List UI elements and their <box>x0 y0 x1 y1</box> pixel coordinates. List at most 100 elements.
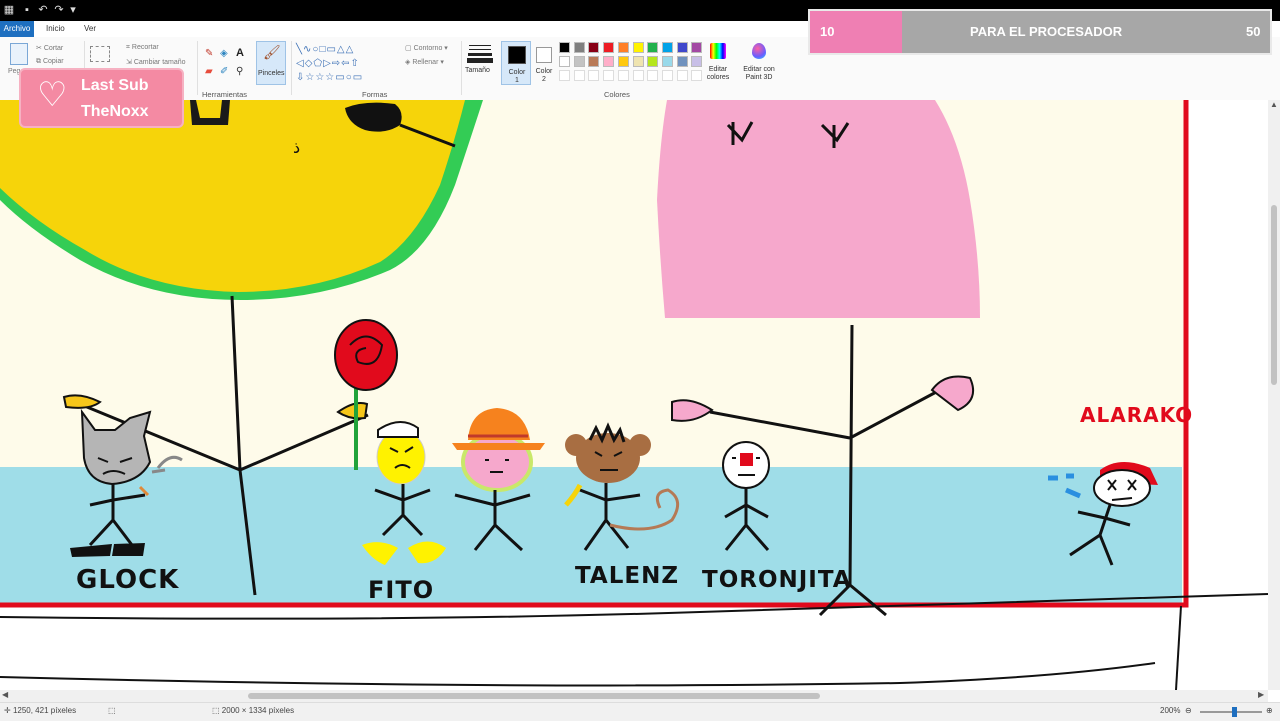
canvas-viewport[interactable]: ذ GLOCK FITO TALENZ TORONJITA ALARAKO <box>0 100 1268 690</box>
scroll-left-icon[interactable]: ◀ <box>2 690 8 699</box>
palette-swatch[interactable] <box>617 56 629 67</box>
shapes-gallery[interactable]: ╲∿○□▭△△ ◁◇⬠▷⇨⇦⇧ ⇩☆☆☆▭○▭ <box>296 43 396 85</box>
copy-button[interactable]: ⧉ Copiar <box>36 58 64 66</box>
resize-label: Cambiar tamaño <box>133 59 186 66</box>
zoom-slider-thumb[interactable] <box>1232 707 1237 717</box>
palette-swatch[interactable] <box>632 56 644 67</box>
vertical-scroll-thumb[interactable] <box>1271 205 1277 385</box>
crop-label: Recortar <box>131 44 159 51</box>
color-picker-icon[interactable]: ✐ <box>220 66 228 77</box>
brushes-button[interactable]: 🖌 Pinceles <box>256 41 286 85</box>
palette-swatch-empty[interactable] <box>603 70 615 81</box>
palette-swatch[interactable] <box>588 42 600 53</box>
cut-label: Cortar <box>43 45 64 52</box>
palette-swatch[interactable] <box>661 56 673 67</box>
size-lines-icon <box>469 45 491 46</box>
palette-swatch[interactable] <box>573 42 585 53</box>
shape-icons-row1: ╲∿○□▭△△ <box>296 44 355 55</box>
pencil-icon[interactable]: ✎ <box>205 48 213 59</box>
vertical-scrollbar[interactable]: ▲ <box>1268 100 1280 690</box>
palette-swatch[interactable] <box>617 42 629 53</box>
alert-subscriber-name: TheNoxx <box>81 103 149 120</box>
paint3d-label: Editar con Paint 3D <box>743 66 775 81</box>
goal-target-value: 50 <box>1246 24 1261 39</box>
divider <box>197 41 198 95</box>
divider <box>291 41 292 95</box>
selection-size-icon: ⬚ <box>108 706 116 715</box>
palette-swatch-empty[interactable] <box>676 70 688 81</box>
select-icon[interactable] <box>90 46 110 62</box>
undo-icon[interactable]: ↶ <box>36 3 50 17</box>
color-wheel-icon <box>710 43 726 59</box>
palette-swatch[interactable] <box>647 42 659 53</box>
palette-swatch-empty[interactable] <box>559 70 570 81</box>
fill-label: Rellenar <box>412 59 439 66</box>
status-bar: ✛ 1250, 421 píxeles ⬚ ⬚ 2000 × 1334 píxe… <box>0 702 1280 721</box>
tab-ver[interactable]: Ver <box>78 21 102 37</box>
tab-inicio[interactable]: Inicio <box>40 21 71 37</box>
palette-swatch-empty[interactable] <box>588 70 600 81</box>
palette-swatch-empty[interactable] <box>617 70 629 81</box>
zoom-out-icon[interactable]: ⊖ <box>1185 706 1192 715</box>
goal-title: PARA EL PROCESADOR <box>970 24 1123 39</box>
fito-name-label: FITO <box>368 576 434 604</box>
glock-name-label: GLOCK <box>76 565 179 595</box>
cursor-position-value: 1250, 421 píxeles <box>12 706 77 715</box>
zoom-in-icon[interactable]: ⊕ <box>1266 706 1273 715</box>
outline-button[interactable]: ▢ Contorno ▾ <box>405 44 448 52</box>
zoom-level: 200% <box>1160 706 1181 715</box>
edit-colors-button[interactable]: Editar colores <box>705 42 731 90</box>
palette-swatch[interactable] <box>661 42 673 53</box>
fill-icon[interactable]: ◈ <box>220 48 228 59</box>
horizontal-scrollbar[interactable]: ◀ ▶ <box>0 690 1268 702</box>
palette-swatch[interactable] <box>647 56 659 67</box>
color1-button[interactable]: Color 1 <box>501 41 531 85</box>
color2-swatch <box>536 47 552 63</box>
paint-app-icon: ▦ <box>3 4 15 16</box>
ground-line-lower <box>0 662 1156 687</box>
scroll-up-icon[interactable]: ▲ <box>1270 100 1278 109</box>
text-icon[interactable]: A <box>236 47 244 59</box>
palette-swatch-empty[interactable] <box>632 70 644 81</box>
palette-swatch[interactable] <box>603 42 615 53</box>
pink-figure-body <box>657 100 980 318</box>
tools-group-label: Herramientas <box>202 90 248 99</box>
zoom-slider[interactable] <box>1200 707 1262 717</box>
shape-icons-row2: ◁◇⬠▷⇨⇦⇧ <box>296 58 360 69</box>
color2-button[interactable]: Color 2 <box>533 41 555 85</box>
palette-swatch[interactable] <box>559 56 570 67</box>
palette-swatch-empty[interactable] <box>691 70 703 81</box>
palette-swatch-empty[interactable] <box>573 70 585 81</box>
tab-archivo[interactable]: Archivo <box>0 21 34 37</box>
palette-swatch[interactable] <box>603 56 615 67</box>
brush-icon: 🖌 <box>263 44 281 60</box>
customize-quick-access-icon[interactable]: ▾ <box>66 3 80 17</box>
scroll-right-icon[interactable]: ▶ <box>1258 690 1264 699</box>
palette-swatch[interactable] <box>573 56 585 67</box>
redo-icon[interactable]: ↷ <box>52 3 66 17</box>
horizontal-scroll-thumb[interactable] <box>248 693 820 699</box>
edit-colors-label: Editar colores <box>706 66 730 81</box>
toronjita-name-label: TORONJITA <box>702 567 852 593</box>
palette-swatch[interactable] <box>588 56 600 67</box>
palette-swatch-empty[interactable] <box>661 70 673 81</box>
cut-button[interactable]: ✂ Cortar <box>36 44 63 52</box>
palette-swatch[interactable] <box>691 56 703 67</box>
palette-swatch[interactable] <box>676 42 688 53</box>
fill-shape-button[interactable]: ◈ Rellenar ▾ <box>405 58 444 66</box>
resize-button[interactable]: ⇲ Cambiar tamaño <box>126 58 186 66</box>
drawing-canvas[interactable]: ذ GLOCK FITO TALENZ TORONJITA ALARAKO <box>0 100 1268 690</box>
palette-swatch[interactable] <box>632 42 644 53</box>
save-icon[interactable]: ▪ <box>20 3 34 17</box>
paint3d-button[interactable]: Editar con Paint 3D <box>740 42 778 90</box>
palette-swatch[interactable] <box>559 42 570 53</box>
donation-goal-bar: 10 PARA EL PROCESADOR 50 <box>808 9 1272 55</box>
palette-swatch[interactable] <box>691 42 703 53</box>
paste-icon[interactable] <box>10 43 28 65</box>
size-button[interactable]: Tamaño <box>465 43 494 85</box>
magnifier-icon[interactable]: ⚲ <box>236 66 243 77</box>
crop-button[interactable]: ⌗ Recortar <box>126 44 159 52</box>
palette-swatch[interactable] <box>676 56 688 67</box>
palette-swatch-empty[interactable] <box>647 70 659 81</box>
eraser-icon[interactable]: ▰ <box>205 66 213 77</box>
